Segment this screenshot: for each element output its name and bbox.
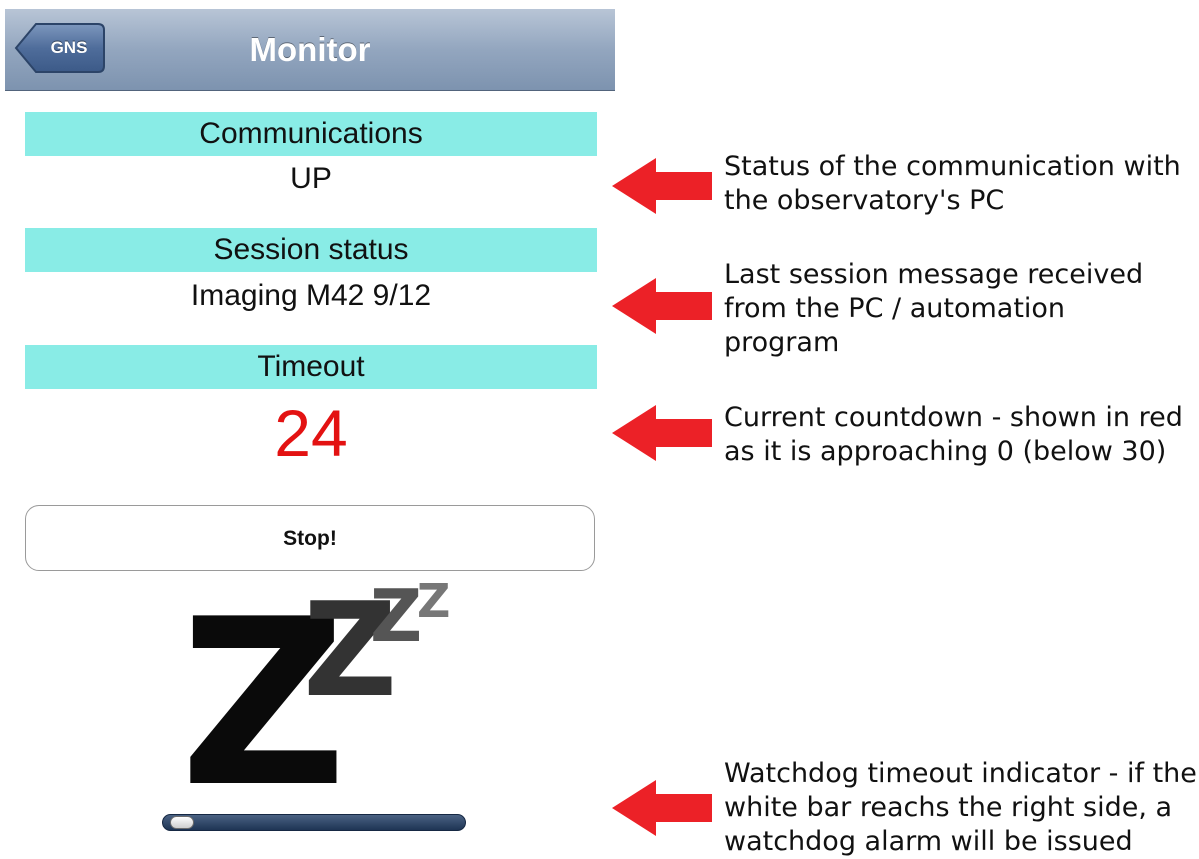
- navigation-bar: GNS Monitor: [5, 9, 615, 91]
- annotation-communications: Status of the communication with the obs…: [724, 151, 1181, 216]
- monitor-screen: GNS Monitor Communications UP Session st…: [5, 0, 615, 858]
- sleep-z-small: Z: [370, 574, 423, 658]
- left-arrow-icon: [612, 278, 712, 334]
- sleep-z-tiny: Z: [417, 574, 451, 628]
- session-status-value: Imaging M42 9/12: [190, 279, 432, 312]
- back-button-label: GNS: [50, 38, 88, 57]
- watchdog-progress-indicator: [169, 816, 194, 829]
- session-status-header: Session status: [25, 228, 597, 272]
- communications-header: Communications: [25, 112, 597, 156]
- left-arrow-icon: [612, 405, 712, 461]
- watchdog-progress-bar: [162, 814, 466, 831]
- timeout-countdown-value: 24: [274, 396, 348, 470]
- annotation-timeout: Current countdown - shown in red as it i…: [724, 402, 1183, 467]
- annotation-session-status: Last session message received from the P…: [724, 259, 1144, 358]
- annotation-watchdog: Watchdog timeout indicator - if the whit…: [724, 758, 1197, 857]
- timeout-header: Timeout: [25, 345, 597, 389]
- stop-button[interactable]: Stop!: [25, 505, 595, 571]
- communications-value: UP: [290, 162, 332, 195]
- back-button[interactable]: GNS: [14, 22, 106, 74]
- left-arrow-icon: [612, 780, 712, 836]
- left-arrow-icon: [612, 158, 712, 214]
